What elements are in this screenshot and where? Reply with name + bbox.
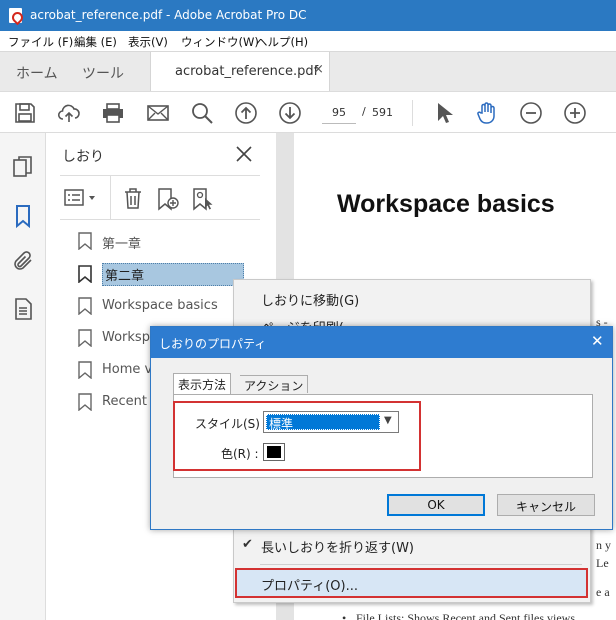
window-title: acrobat_reference.pdf - Adobe Acrobat Pr… (30, 8, 307, 22)
mail-icon[interactable] (146, 101, 170, 125)
bookmark-icon (78, 232, 92, 251)
title-bar: acrobat_reference.pdf - Adobe Acrobat Pr… (0, 0, 616, 31)
bookmark-icon (78, 393, 92, 412)
menu-item-go-to-bookmark[interactable]: しおりに移動(G) (261, 290, 359, 309)
toolbar-divider (110, 176, 111, 220)
style-select[interactable]: 標準 ▼ (263, 411, 399, 433)
menu-window[interactable]: ウィンドウ(W) (181, 34, 259, 50)
bookmark-icon (78, 265, 92, 284)
print-icon[interactable] (101, 101, 125, 125)
search-icon[interactable] (190, 101, 214, 125)
document-tab-label: acrobat_reference.pdf (175, 64, 319, 79)
document-heading: Workspace basics (337, 190, 555, 218)
page-down-icon[interactable] (278, 101, 302, 125)
tab-tools[interactable]: ツール (82, 52, 124, 92)
color-picker[interactable] (263, 443, 285, 461)
menu-help[interactable]: ヘルプ(H) (256, 34, 308, 50)
new-bookmark-icon[interactable] (156, 187, 180, 211)
ok-button[interactable]: OK (387, 494, 485, 516)
menu-item-properties-label: プロパティ(O)... (261, 579, 358, 594)
menu-bar: ファイル (F) 編集 (E) 表示(V) ウィンドウ(W) ヘルプ(H) (0, 31, 616, 51)
close-tab-icon[interactable]: × (313, 62, 324, 77)
document-text-fragment: e a (596, 585, 610, 599)
hand-tool-icon[interactable] (475, 101, 499, 125)
acrobat-logo-icon (9, 8, 22, 23)
menu-file[interactable]: ファイル (F) (8, 34, 73, 50)
document-text-fragment: n y (596, 538, 611, 552)
bookmark-icon (78, 297, 92, 316)
document-text-fragment: Le (596, 556, 609, 570)
zoom-out-icon[interactable] (519, 101, 543, 125)
menu-item-properties[interactable]: プロパティ(O)... (235, 568, 588, 598)
bookmarks-icon[interactable] (11, 204, 35, 229)
bookmark-from-selection-icon[interactable] (191, 187, 215, 211)
toolbar: 95 / 591 (0, 91, 616, 133)
navigation-rail (0, 133, 46, 620)
bookmark-label: 第二章 (102, 263, 244, 286)
tab-document[interactable]: acrobat_reference.pdf × (150, 52, 330, 92)
dialog-title-bar: しおりのプロパティ ✕ (151, 327, 612, 358)
document-properties-icon[interactable] (11, 297, 35, 321)
save-icon[interactable] (13, 101, 37, 125)
bookmarks-panel-title: しおり (62, 149, 104, 165)
tab-appearance[interactable]: 表示方法 (173, 373, 232, 395)
bookmark-label: 第一章 (102, 237, 142, 252)
tab-home[interactable]: ホーム (16, 52, 58, 92)
tab-actions[interactable]: アクション (240, 375, 309, 393)
chevron-down-icon: ▼ (384, 415, 392, 426)
delete-bookmark-icon[interactable] (122, 187, 144, 209)
attachments-icon[interactable] (11, 249, 35, 273)
bookmark-icon (78, 361, 92, 380)
menu-edit[interactable]: 編集 (E) (74, 34, 117, 50)
zoom-in-icon[interactable] (563, 101, 587, 125)
style-value: 標準 (266, 414, 380, 431)
page-thumbnails-icon[interactable] (11, 155, 35, 179)
color-label: 色(R) : (221, 447, 259, 461)
close-icon[interactable] (234, 144, 254, 164)
page-total: 591 (372, 106, 393, 119)
page-up-icon[interactable] (234, 101, 258, 125)
options-menu-icon[interactable] (64, 188, 98, 208)
page-separator: / (362, 105, 366, 118)
cancel-button[interactable]: キャンセル (497, 494, 595, 516)
tab-bar: ホーム ツール acrobat_reference.pdf × (0, 51, 616, 92)
menu-separator (260, 564, 582, 565)
checkmark-icon: ✔ (242, 537, 253, 552)
select-cursor-icon[interactable] (432, 101, 456, 125)
bookmark-label: Recent f (102, 394, 156, 409)
document-bullet: • (342, 611, 347, 620)
bookmark-properties-dialog: しおりのプロパティ ✕ 表示方法 アクション スタイル(S) : 標準 ▼ 色(… (150, 326, 613, 530)
menu-view[interactable]: 表示(V) (128, 34, 168, 50)
document-text-fragment: File Lists: Shows Recent and Sent files … (356, 611, 575, 620)
close-icon[interactable]: ✕ (591, 332, 604, 350)
cloud-upload-icon[interactable] (57, 101, 81, 125)
menu-item-wrap-long-bookmarks[interactable]: 長いしおりを折り返す(W) (261, 537, 414, 556)
toolbar-divider (412, 100, 413, 126)
bookmark-icon (78, 329, 92, 348)
bookmark-label: Workspace basics (102, 298, 218, 313)
style-label: スタイル(S) : (195, 417, 268, 431)
bookmarks-toolbar (60, 175, 260, 220)
bookmark-label: Home v (102, 362, 153, 377)
dialog-title: しおりのプロパティ (159, 337, 267, 351)
page-number-input[interactable]: 95 (322, 102, 356, 124)
